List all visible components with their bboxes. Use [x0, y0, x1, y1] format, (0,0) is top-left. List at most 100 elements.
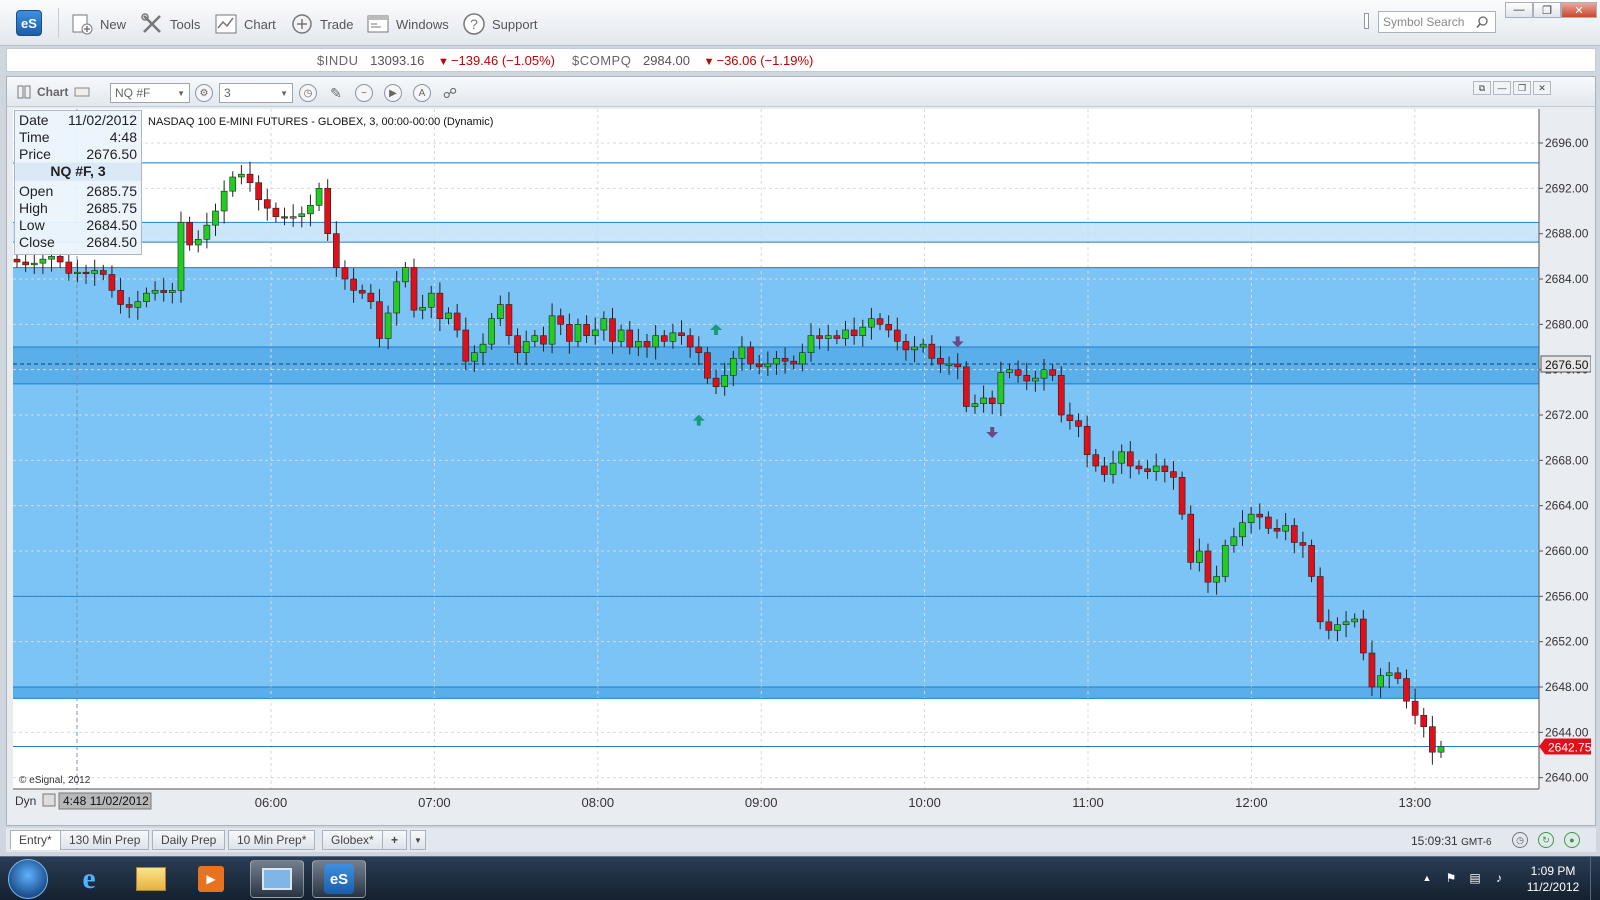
candle [1221, 539, 1229, 583]
media-player-icon[interactable]: ▶ [184, 860, 238, 898]
interval-combo[interactable]: 3 ▼ [219, 83, 293, 103]
volume-icon[interactable]: ♪ [1492, 871, 1506, 885]
pencil-icon[interactable]: ✎ [327, 84, 345, 102]
add-tab-button[interactable]: + [382, 830, 408, 850]
candle-body [1368, 652, 1376, 688]
candle-body [151, 290, 159, 294]
last-price-label: 2642.75 [1548, 741, 1591, 755]
candle-body [194, 239, 202, 246]
candle [1308, 539, 1315, 583]
page-tabs: Entry* 130 Min Prep Daily Prep 10 Min Pr… [6, 828, 1596, 852]
dropdown-arrow-icon: ▼ [280, 88, 288, 98]
ticker-item-compq[interactable]: $COMPQ 2984.00 ▼ −36.06 (−1.19%) [572, 53, 813, 68]
tab-10-min-prep[interactable]: 10 Min Prep* [228, 830, 316, 850]
help-icon: ? [463, 13, 485, 35]
start-button[interactable] [8, 859, 48, 899]
candle-body [1221, 545, 1229, 577]
settings-gear-icon[interactable]: ⚙ [195, 84, 213, 102]
candle-body [540, 335, 547, 345]
chart-button[interactable]: Chart [214, 11, 276, 37]
chart-window: Chart NQ #F ▼ ⚙ 3 ▼ ◷ ✎ ~ ▶ A ☍ ⧉ — ❐ ✕ … [6, 76, 1596, 826]
candle-body [1411, 700, 1419, 716]
windows-button-label: Windows [396, 16, 449, 32]
symbol-search-box[interactable] [1378, 11, 1496, 33]
candle-body [747, 346, 754, 365]
candle-body [402, 267, 409, 283]
study-icon[interactable]: ~ [355, 84, 373, 102]
y-tick-label: 2660.00 [1545, 544, 1589, 558]
candle [410, 258, 418, 318]
new-button[interactable]: New [70, 11, 126, 37]
close-chart-button[interactable]: ✕ [1533, 81, 1551, 95]
candle [704, 347, 711, 384]
action-center-icon[interactable]: ⚑ [1444, 871, 1458, 885]
candle-body [289, 216, 297, 219]
candle-body [1230, 536, 1238, 546]
candle-body [160, 290, 168, 293]
link-icon[interactable] [74, 86, 90, 98]
ticker-last: 13093.16 [370, 53, 425, 68]
candle-body [341, 267, 349, 280]
tools-button[interactable]: Tools [140, 11, 200, 37]
alert-icon[interactable]: A [413, 84, 431, 102]
network-icon[interactable]: ▤ [1468, 871, 1482, 885]
restore-chart-button[interactable]: ❐ [1513, 81, 1531, 95]
refresh-icon[interactable]: ↻ [1538, 832, 1554, 848]
esignal-taskbar-icon[interactable]: eS [312, 860, 366, 898]
detach-icon[interactable]: ⧉ [1473, 81, 1491, 95]
symbol-combo[interactable]: NQ #F ▼ [110, 83, 190, 103]
link-chain-icon[interactable]: ☍ [441, 84, 459, 102]
minimize-window-button[interactable]: — [1505, 2, 1533, 18]
trade-button[interactable]: Trade [290, 11, 353, 37]
show-hidden-icons-icon[interactable]: ▲ [1420, 871, 1434, 885]
taskbar-date: 11/2/2012 [1526, 880, 1580, 894]
chart-description: NASDAQ 100 E-MINI FUTURES - GLOBEX, 3, 0… [148, 116, 494, 128]
play-icon[interactable]: ▶ [384, 84, 402, 102]
candle-body [824, 335, 832, 339]
candle-body [807, 335, 815, 353]
candle-body [919, 343, 927, 348]
candle-body [859, 326, 867, 336]
chart-toolbar: Chart NQ #F ▼ ⚙ 3 ▼ ◷ ✎ ~ ▶ A ☍ ⧉ — ❐ ✕ [7, 77, 1595, 107]
candle-body [263, 199, 271, 209]
candle-body [134, 301, 142, 308]
connection-status-icon[interactable]: ● [1564, 832, 1580, 848]
candle-body [496, 304, 504, 319]
close-window-button[interactable]: ✕ [1561, 2, 1597, 18]
candle-body [1385, 672, 1393, 676]
candle-body [531, 335, 539, 342]
restore-window-button[interactable]: ❐ [1533, 2, 1561, 18]
tab-daily-prep[interactable]: Daily Prep [152, 830, 226, 850]
candle-body [246, 173, 254, 183]
support-button[interactable]: ? Support [462, 11, 538, 37]
show-desktop-button[interactable] [1590, 857, 1600, 900]
candle-body [1290, 525, 1298, 543]
tab-entry[interactable]: Entry* [10, 830, 61, 850]
new-button-label: New [100, 16, 127, 32]
search-icon[interactable] [1475, 15, 1489, 29]
clock-status-icon[interactable]: ◷ [1512, 832, 1528, 848]
remote-desktop-icon[interactable] [250, 860, 304, 898]
ticker-item-indu[interactable]: $INDU 13093.16 ▼ −139.46 (−1.05%) [317, 53, 555, 68]
file-explorer-icon[interactable] [124, 860, 178, 898]
internet-explorer-icon[interactable]: e [62, 860, 116, 898]
tab-globex[interactable]: Globex* [322, 830, 383, 850]
tab-menu-button[interactable]: ▼ [410, 830, 426, 850]
taskbar-clock[interactable]: 1:09 PM 11/2/2012 [1520, 863, 1586, 895]
windows-button[interactable]: Windows [366, 11, 449, 37]
esignal-logo[interactable]: eS [16, 10, 42, 36]
candle-body [583, 324, 590, 336]
candle-body [1161, 465, 1169, 472]
candle-body [1239, 522, 1246, 538]
dyn-lock-icon [42, 793, 56, 807]
candle-body [1325, 621, 1333, 631]
candle-body [980, 397, 987, 404]
price-chart[interactable]: 06:00 07:00 08:00 09:00 10:00 11:00 12:00 13:00… [13, 109, 1591, 821]
minimize-chart-button[interactable]: — [1493, 81, 1511, 95]
ticker-symbol: $INDU [317, 53, 359, 68]
candle-body [790, 360, 798, 365]
chart-panel-icon [17, 85, 31, 99]
tab-130-min-prep[interactable]: 130 Min Prep [60, 830, 150, 850]
clock-icon[interactable]: ◷ [299, 84, 317, 102]
symbol-search-input[interactable] [1383, 15, 1475, 29]
